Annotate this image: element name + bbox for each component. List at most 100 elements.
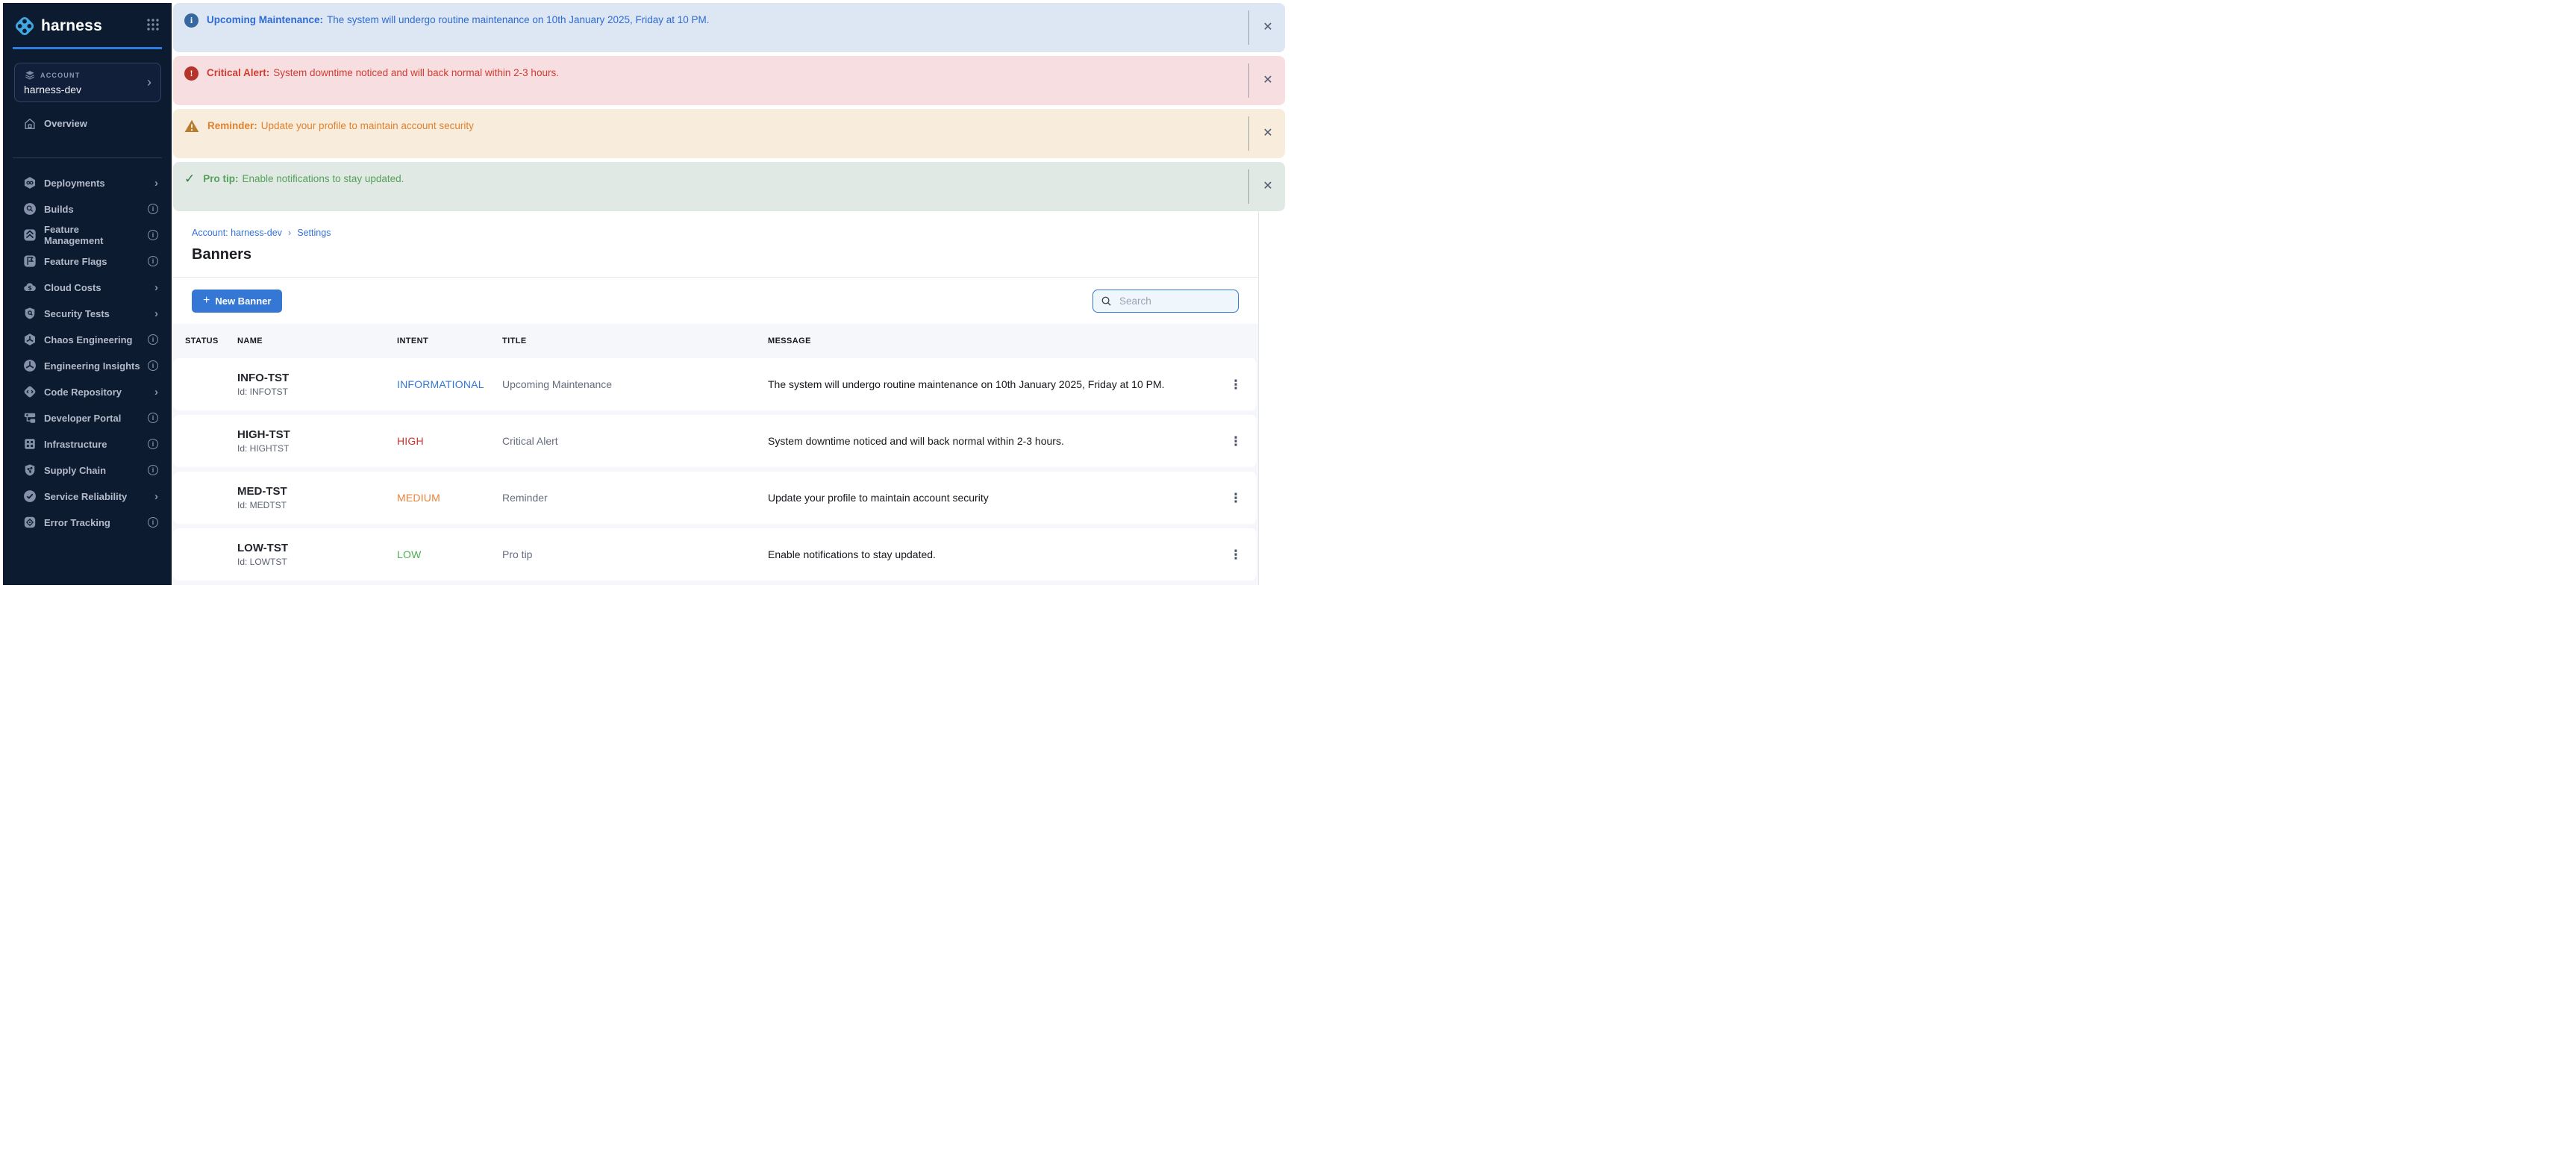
info-icon[interactable]: i — [148, 204, 158, 214]
sidebar-item-chaos-engineering[interactable]: Chaos Engineering i — [3, 327, 172, 353]
kebab-menu-icon[interactable]: ⋮ — [1230, 492, 1242, 504]
sidebar-item-engineering-insights[interactable]: Engineering Insights i — [3, 353, 172, 379]
sidebar-item-security-tests[interactable]: Security Tests › — [3, 301, 172, 327]
column-name: NAME — [237, 337, 397, 345]
feature-flags-icon — [23, 254, 37, 268]
harness-logo-icon — [13, 15, 36, 37]
sidebar-item-infrastructure[interactable]: Infrastructure i — [3, 431, 172, 457]
info-icon[interactable]: i — [148, 360, 158, 371]
sidebar-item-cloud-costs[interactable]: $ Cloud Costs › — [3, 275, 172, 301]
service-reliability-icon — [23, 489, 37, 503]
sidebar: harness ACCOUNT harness-dev › Overview D… — [3, 3, 172, 585]
info-icon[interactable]: i — [148, 439, 158, 449]
info-icon[interactable]: i — [148, 465, 158, 475]
builds-icon — [23, 202, 37, 216]
error-tracking-icon — [23, 516, 37, 529]
security-tests-icon — [23, 307, 37, 320]
banner-title: Upcoming Maintenance — [502, 378, 768, 390]
banner-divider — [1248, 169, 1249, 204]
table-row[interactable]: INFO-TSTId: INFOTST INFORMATIONAL Upcomi… — [173, 358, 1257, 410]
sidebar-item-service-reliability[interactable]: Service Reliability › — [3, 484, 172, 510]
close-icon[interactable]: ✕ — [1261, 128, 1275, 140]
banner-message: Update your profile to maintain account … — [768, 492, 1215, 504]
sidebar-item-label: Engineering Insights — [44, 360, 140, 372]
content-panel: Account: harness-dev › Settings Banners … — [173, 211, 1259, 585]
sidebar-item-error-tracking[interactable]: Error Tracking i — [3, 510, 172, 536]
page-title: Banners — [192, 246, 1258, 263]
sidebar-item-builds[interactable]: Builds i — [3, 196, 172, 222]
sidebar-item-supply-chain[interactable]: Supply Chain i — [3, 457, 172, 484]
feature-management-icon — [23, 228, 37, 242]
code-repository-icon — [23, 385, 37, 398]
banner-name: INFO-TST — [237, 372, 397, 384]
sidebar-divider — [13, 157, 162, 158]
sidebar-item-code-repository[interactable]: Code Repository › — [3, 379, 172, 405]
sidebar-item-label: Error Tracking — [44, 517, 110, 528]
info-icon[interactable]: i — [148, 517, 158, 528]
close-icon[interactable]: ✕ — [1261, 22, 1275, 34]
kebab-menu-icon[interactable]: ⋮ — [1230, 548, 1242, 561]
chevron-right-icon: › — [154, 178, 158, 189]
chevron-right-icon: › — [154, 282, 158, 293]
column-status: STATUS — [173, 337, 237, 345]
search-box[interactable] — [1092, 290, 1239, 313]
banner-stack: i Upcoming Maintenance:The system will u… — [173, 3, 1285, 211]
banner-name: HIGH-TST — [237, 428, 397, 441]
banner-text: Pro tip:Enable notifications to stay upd… — [203, 173, 404, 184]
svg-text:$: $ — [28, 284, 32, 291]
close-icon[interactable]: ✕ — [1261, 181, 1275, 193]
banner-success: ✓ Pro tip:Enable notifications to stay u… — [173, 162, 1285, 211]
plus-icon: + — [203, 295, 210, 307]
sidebar-item-overview[interactable]: Overview — [3, 111, 172, 137]
info-icon[interactable]: i — [148, 413, 158, 423]
intent-badge: HIGH — [397, 435, 502, 447]
developer-portal-icon — [23, 411, 37, 425]
banner-warning: Reminder:Update your profile to maintain… — [173, 109, 1285, 158]
account-label: ACCOUNT — [40, 72, 80, 79]
banner-text: Critical Alert:System downtime noticed a… — [207, 67, 559, 78]
sidebar-item-label: Security Tests — [44, 308, 110, 319]
kebab-menu-icon[interactable]: ⋮ — [1230, 378, 1242, 391]
home-icon — [23, 117, 37, 131]
app-grid-icon[interactable] — [146, 18, 160, 35]
sidebar-item-developer-portal[interactable]: Developer Portal i — [3, 405, 172, 431]
logo-row: harness — [3, 3, 172, 37]
account-selector[interactable]: ACCOUNT harness-dev › — [14, 63, 161, 102]
alert-banner-icon: ! — [184, 66, 198, 81]
column-intent: INTENT — [397, 337, 502, 345]
banner-divider — [1248, 116, 1249, 151]
main-area: i Upcoming Maintenance:The system will u… — [172, 3, 1285, 585]
breadcrumb-account-link[interactable]: Account: harness-dev — [192, 228, 282, 238]
table-row[interactable]: LOW-TSTId: LOWTST LOW Pro tip Enable not… — [173, 528, 1257, 581]
kebab-menu-icon[interactable]: ⋮ — [1230, 435, 1242, 448]
sidebar-item-deployments[interactable]: Deployments › — [3, 170, 172, 196]
table-row[interactable]: HIGH-TSTId: HIGHTST HIGH Critical Alert … — [173, 415, 1257, 467]
breadcrumb-settings-link[interactable]: Settings — [297, 228, 331, 238]
engineering-insights-icon — [23, 359, 37, 372]
info-icon[interactable]: i — [148, 256, 158, 266]
sidebar-item-feature-management[interactable]: Feature Management i — [3, 222, 172, 248]
banner-divider — [1248, 10, 1249, 45]
sidebar-item-label: Overview — [44, 118, 87, 129]
sidebar-item-label: Code Repository — [44, 387, 122, 398]
sidebar-item-label: Infrastructure — [44, 439, 107, 450]
intent-badge: LOW — [397, 548, 502, 560]
info-icon[interactable]: i — [148, 334, 158, 345]
banner-id: Id: INFOTST — [237, 387, 397, 397]
breadcrumb: Account: harness-dev › Settings — [192, 227, 1258, 238]
close-icon[interactable]: ✕ — [1261, 75, 1275, 87]
info-banner-icon: i — [184, 13, 198, 28]
chevron-right-icon: › — [288, 227, 291, 238]
column-message: MESSAGE — [768, 337, 1216, 345]
sidebar-item-feature-flags[interactable]: Feature Flags i — [3, 248, 172, 275]
search-input[interactable] — [1118, 295, 1231, 307]
banner-id: Id: MEDTST — [237, 500, 397, 510]
supply-chain-icon — [23, 463, 37, 477]
info-icon[interactable]: i — [148, 230, 158, 240]
new-banner-button[interactable]: + New Banner — [192, 290, 282, 313]
banner-message: System downtime noticed and will back no… — [768, 435, 1215, 447]
sidebar-item-label: Feature Flags — [44, 256, 107, 267]
search-icon — [1101, 295, 1112, 307]
table-row[interactable]: MED-TSTId: MEDTST MEDIUM Reminder Update… — [173, 472, 1257, 524]
logo-text: harness — [41, 17, 102, 35]
